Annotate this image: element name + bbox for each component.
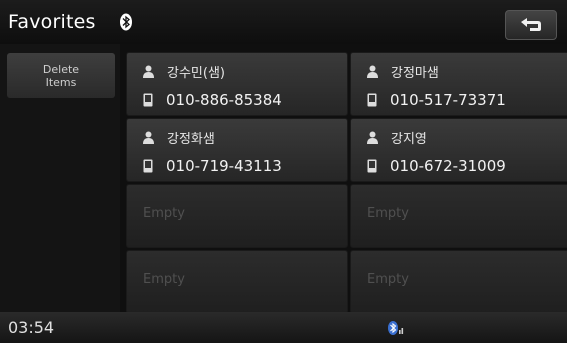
person-icon xyxy=(143,131,154,144)
empty-label: Empty xyxy=(367,272,409,287)
empty-label: Empty xyxy=(143,206,185,221)
mobile-phone-icon xyxy=(367,93,377,107)
left-panel: Delete Items xyxy=(0,44,120,312)
contact-name: 강지영 xyxy=(391,132,427,147)
person-icon xyxy=(143,65,154,78)
contact-name: 강정화샘 xyxy=(167,132,215,147)
favorite-card[interactable]: 강지영 010-672-31009 xyxy=(350,118,567,182)
favorite-card[interactable]: 강수민(샘) 010-886-85384 xyxy=(126,52,348,116)
header-bar: Favorites xyxy=(0,0,567,44)
empty-slot[interactable]: Empty xyxy=(126,250,348,314)
mobile-phone-icon xyxy=(143,93,153,107)
favorite-card[interactable]: 강정마샘 010-517-73371 xyxy=(350,52,567,116)
page-title: Favorites xyxy=(8,11,96,33)
delete-label-line2: Items xyxy=(45,75,77,89)
empty-label: Empty xyxy=(143,272,185,287)
bluetooth-icon xyxy=(120,13,132,31)
contact-phone: 010-517-73371 xyxy=(390,91,506,109)
person-icon xyxy=(367,65,378,78)
bluetooth-signal-icon xyxy=(388,321,404,335)
contact-name: 강수민(샘) xyxy=(167,66,225,81)
contact-phone: 010-886-85384 xyxy=(166,91,282,109)
status-bar: 03:54 xyxy=(0,312,567,343)
contact-phone: 010-672-31009 xyxy=(390,157,506,175)
empty-slot[interactable]: Empty xyxy=(126,184,348,248)
person-icon xyxy=(367,131,378,144)
empty-slot[interactable]: Empty xyxy=(350,250,567,314)
back-button[interactable] xyxy=(505,10,557,40)
delete-label-line1: Delete xyxy=(42,62,80,76)
favorite-card[interactable]: 강정화샘 010-719-43113 xyxy=(126,118,348,182)
mobile-phone-icon xyxy=(367,159,377,173)
clock: 03:54 xyxy=(8,318,55,337)
empty-label: Empty xyxy=(367,206,409,221)
contact-phone: 010-719-43113 xyxy=(166,157,282,175)
delete-items-button[interactable]: Delete Items xyxy=(7,53,115,98)
back-arrow-icon xyxy=(521,18,541,31)
favorites-grid: 강수민(샘) 010-886-85384 강정마샘 010-517-73371 … xyxy=(120,44,567,314)
favorites-screen: Favorites Delete Items 강수민(샘) 010-886-85… xyxy=(0,0,567,343)
empty-slot[interactable]: Empty xyxy=(350,184,567,248)
mobile-phone-icon xyxy=(143,159,153,173)
contact-name: 강정마샘 xyxy=(391,66,439,81)
